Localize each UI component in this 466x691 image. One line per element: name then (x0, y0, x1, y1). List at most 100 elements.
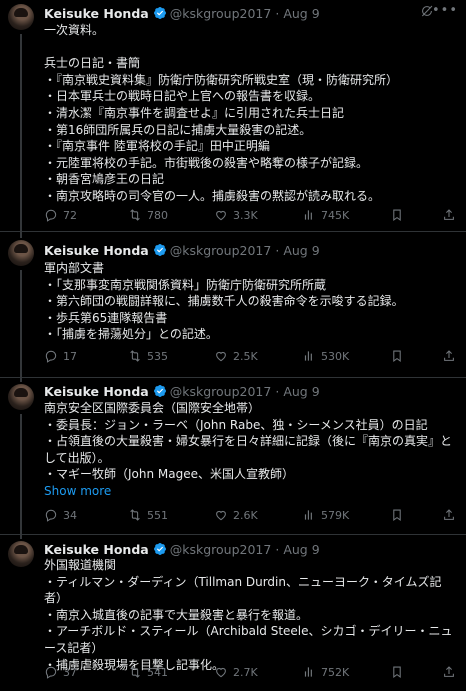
bookmark-button[interactable] (390, 665, 404, 679)
repost-icon (128, 349, 142, 363)
reply-count: 72 (63, 208, 77, 222)
tweet-text: 軍内部文書 ・「支那事変南京戦関係資料」防衛庁防衛研究所所蔵 ・第六師団の戦闘詳… (44, 261, 404, 342)
tweet[interactable]: Keisuke Honda @kskgroup2017 · Aug 9 外国報道… (0, 535, 466, 691)
reply-icon (44, 349, 58, 363)
tweet-header: Keisuke Honda @kskgroup2017 · Aug 9 ••• (44, 3, 466, 22)
share-icon (442, 349, 456, 363)
repost-count: 780 (147, 208, 168, 222)
timestamp[interactable]: Aug 9 (283, 6, 319, 21)
share-icon (442, 508, 456, 522)
author-name[interactable]: Keisuke Honda (44, 542, 149, 557)
tweet[interactable]: Keisuke Honda @kskgroup2017 · Aug 9 ••• … (0, 0, 466, 232)
avatar[interactable] (8, 541, 34, 567)
reply-count: 37 (63, 665, 77, 679)
thread-line (20, 378, 22, 382)
like-icon (214, 349, 228, 363)
views-button[interactable]: 530K (302, 349, 349, 363)
show-more-link[interactable]: Show more (44, 484, 111, 498)
like-count: 2.7K (233, 665, 258, 679)
action-bar: 72 780 3.3K 745K (44, 205, 458, 225)
like-button[interactable]: 2.6K (214, 508, 258, 522)
timestamp[interactable]: Aug 9 (283, 243, 319, 258)
separator-dot: · (275, 383, 280, 399)
bookmark-icon (390, 208, 404, 222)
action-bar: 34 551 2.6K 579K (44, 505, 458, 525)
bookmark-button[interactable] (390, 508, 404, 522)
repost-button[interactable]: 780 (128, 208, 168, 222)
verified-badge-icon (153, 542, 167, 556)
thread-line (20, 535, 22, 539)
author-handle[interactable]: @kskgroup2017 (170, 243, 272, 258)
reply-button[interactable]: 17 (44, 349, 77, 363)
author-name[interactable]: Keisuke Honda (44, 384, 149, 399)
share-button[interactable] (442, 508, 456, 522)
views-count: 752K (321, 665, 350, 679)
reply-button[interactable]: 37 (44, 665, 77, 679)
separator-dot: · (275, 242, 280, 258)
bookmark-icon (390, 665, 404, 679)
views-button[interactable]: 745K (302, 208, 349, 222)
timestamp[interactable]: Aug 9 (283, 542, 319, 557)
share-button[interactable] (442, 665, 456, 679)
repost-icon (128, 508, 142, 522)
repost-count: 541 (147, 665, 168, 679)
reply-button[interactable]: 72 (44, 208, 77, 222)
more-icon[interactable]: ••• (432, 3, 458, 18)
avatar[interactable] (8, 4, 34, 30)
verified-badge-icon (153, 384, 167, 398)
thread-line (20, 414, 22, 535)
like-count: 3.3K (233, 208, 258, 222)
tweet-text: 南京安全区国際委員会（国際安全地帯） ・委員長：ジョン・ラーベ（John Rab… (44, 400, 462, 500)
like-count: 2.6K (233, 508, 258, 522)
repost-count: 551 (147, 508, 168, 522)
share-icon (442, 208, 456, 222)
repost-count: 535 (147, 349, 168, 363)
share-button[interactable] (442, 208, 456, 222)
separator-dot: · (275, 541, 280, 557)
like-button[interactable]: 2.5K (214, 349, 258, 363)
reply-icon (44, 508, 58, 522)
author-handle[interactable]: @kskgroup2017 (170, 384, 272, 399)
like-count: 2.5K (233, 349, 258, 363)
repost-button[interactable]: 551 (128, 508, 168, 522)
bookmark-icon (390, 349, 404, 363)
author-name[interactable]: Keisuke Honda (44, 6, 149, 21)
like-button[interactable]: 3.3K (214, 208, 258, 222)
views-icon (302, 508, 316, 522)
repost-button[interactable]: 541 (128, 665, 168, 679)
tweet-text: 外国報道機関 ・ティルマン・ダーディン（Tillman Durdin、ニューヨー… (44, 558, 453, 672)
repost-button[interactable]: 535 (128, 349, 168, 363)
timestamp[interactable]: Aug 9 (283, 384, 319, 399)
share-icon (442, 665, 456, 679)
tweet-header: Keisuke Honda @kskgroup2017 · Aug 9 (44, 241, 466, 259)
bookmark-button[interactable] (390, 349, 404, 363)
views-button[interactable]: 579K (302, 508, 349, 522)
author-name[interactable]: Keisuke Honda (44, 243, 149, 258)
author-handle[interactable]: @kskgroup2017 (170, 542, 272, 557)
tweet-header: Keisuke Honda @kskgroup2017 · Aug 9 (44, 382, 466, 400)
share-button[interactable] (442, 349, 456, 363)
repost-icon (128, 665, 142, 679)
reply-icon (44, 208, 58, 222)
like-icon (214, 208, 228, 222)
tweet-header: Keisuke Honda @kskgroup2017 · Aug 9 (44, 540, 466, 558)
tweet-text-content: 南京安全区国際委員会（国際安全地帯） ・委員長：ジョン・ラーベ（John Rab… (44, 401, 453, 482)
avatar[interactable] (8, 240, 34, 266)
views-icon (302, 349, 316, 363)
repost-icon (128, 208, 142, 222)
like-icon (214, 665, 228, 679)
reply-count: 17 (63, 349, 77, 363)
avatar[interactable] (8, 384, 34, 410)
bookmark-button[interactable] (390, 208, 404, 222)
tweet[interactable]: Keisuke Honda @kskgroup2017 · Aug 9 軍内部文… (0, 232, 466, 378)
views-button[interactable]: 752K (302, 665, 349, 679)
reply-button[interactable]: 34 (44, 508, 77, 522)
tweet[interactable]: Keisuke Honda @kskgroup2017 · Aug 9 南京安全… (0, 378, 466, 535)
reply-icon (44, 665, 58, 679)
separator-dot: · (275, 5, 280, 21)
action-bar: 37 541 2.7K 752K (44, 662, 458, 682)
author-handle[interactable]: @kskgroup2017 (170, 6, 272, 21)
thread-line (20, 270, 22, 378)
verified-badge-icon (153, 243, 167, 257)
like-button[interactable]: 2.7K (214, 665, 258, 679)
